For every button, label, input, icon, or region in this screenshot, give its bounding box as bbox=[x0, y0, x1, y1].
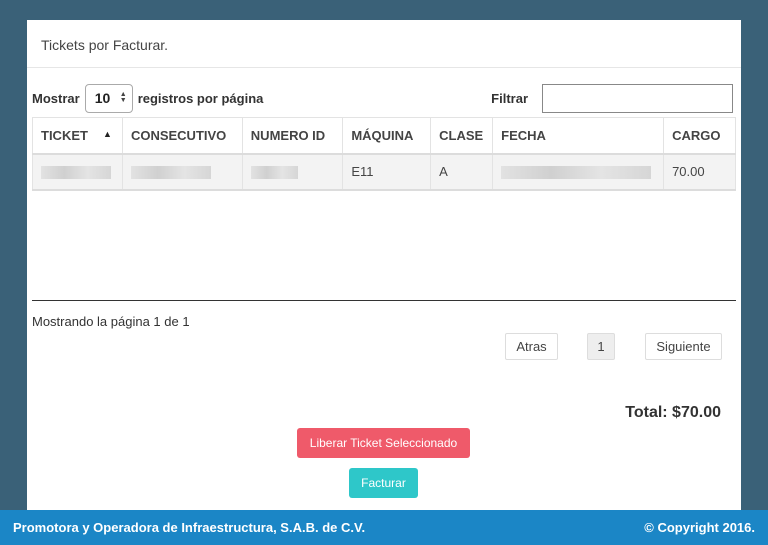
cell-fecha bbox=[492, 153, 665, 191]
table-row[interactable]: E11 A 70.00 bbox=[32, 153, 736, 191]
table-bottom-divider bbox=[32, 300, 736, 301]
show-label: Mostrar bbox=[32, 90, 80, 106]
per-page-label: registros por página bbox=[137, 90, 264, 106]
cell-clase: A bbox=[430, 153, 494, 191]
cell-consecutivo bbox=[121, 153, 243, 191]
col-cargo[interactable]: CARGO bbox=[663, 117, 736, 155]
prev-page-button[interactable]: Atras bbox=[505, 333, 558, 360]
table-controls: Mostrar 10 ▲ ▼ registros por página Filtr… bbox=[32, 82, 733, 114]
release-ticket-button[interactable]: Liberar Ticket Seleccionado bbox=[297, 428, 470, 458]
tickets-table: TICKET ▲ CONSECUTIVO NUMERO ID MÁQUINA CL… bbox=[32, 117, 736, 191]
col-clase[interactable]: CLASE bbox=[430, 117, 494, 155]
company-name: Promotora y Operadora de Infraestructura… bbox=[13, 520, 366, 535]
col-ticket[interactable]: TICKET ▲ bbox=[32, 117, 123, 155]
cell-cargo: 70.00 bbox=[663, 153, 736, 191]
footer: Promotora y Operadora de Infraestructura… bbox=[0, 510, 768, 545]
cell-maquina: E11 bbox=[342, 153, 432, 191]
cell-ticket bbox=[32, 153, 123, 191]
sort-asc-icon: ▲ bbox=[103, 129, 112, 139]
col-numero-id[interactable]: NUMERO ID bbox=[241, 117, 344, 155]
col-maquina[interactable]: MÁQUINA bbox=[342, 117, 432, 155]
page-length-control: Mostrar 10 ▲ ▼ registros por página bbox=[32, 82, 263, 114]
redacted-value bbox=[250, 166, 298, 180]
cell-numero-id bbox=[241, 153, 344, 191]
filter-control: Filtrar bbox=[491, 82, 733, 114]
total-amount: Total: $70.00 bbox=[625, 404, 721, 421]
copyright: © Copyright 2016. bbox=[644, 520, 755, 535]
tickets-panel: Tickets por Facturar. Mostrar 10 ▲ ▼ regi… bbox=[27, 20, 741, 510]
panel-title: Tickets por Facturar. bbox=[27, 20, 741, 68]
page-length-select[interactable]: 10 ▲ ▼ bbox=[84, 83, 133, 113]
redacted-value bbox=[41, 166, 111, 180]
redacted-value bbox=[501, 166, 652, 180]
filter-label: Filtrar bbox=[491, 90, 528, 106]
page-1-button[interactable]: 1 bbox=[587, 333, 615, 360]
updown-arrows-icon: ▲ ▼ bbox=[119, 91, 127, 104]
col-consecutivo[interactable]: CONSECUTIVO bbox=[121, 117, 243, 155]
pagination-info: Mostrando la página 1 de 1 bbox=[32, 314, 190, 329]
col-fecha[interactable]: FECHA bbox=[492, 117, 665, 155]
invoice-button[interactable]: Facturar bbox=[349, 468, 418, 498]
redacted-value bbox=[130, 166, 211, 180]
next-page-button[interactable]: Siguiente bbox=[645, 333, 722, 360]
table-header-row: TICKET ▲ CONSECUTIVO NUMERO ID MÁQUINA CL… bbox=[32, 117, 736, 155]
page-length-value: 10 bbox=[94, 90, 111, 106]
filter-input[interactable] bbox=[542, 83, 733, 113]
